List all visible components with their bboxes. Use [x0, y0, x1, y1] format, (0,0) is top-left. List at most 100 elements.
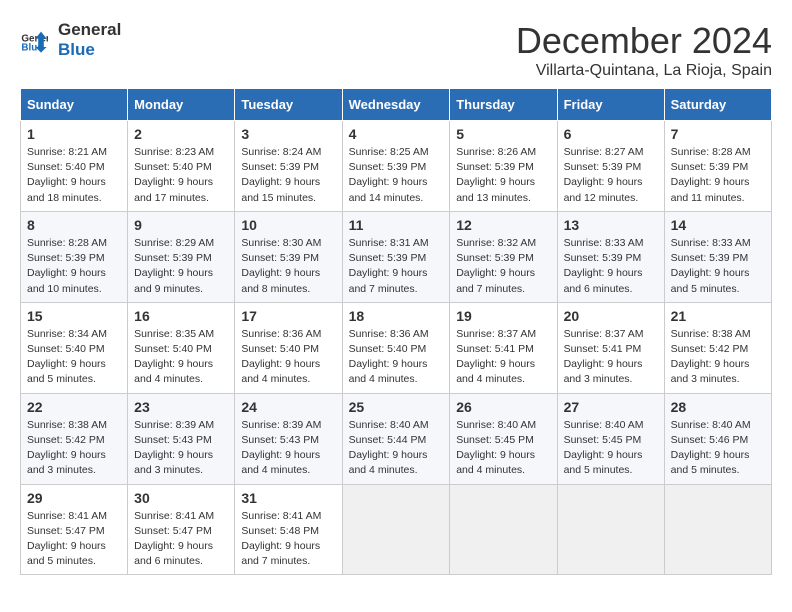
day-info: Sunrise: 8:38 AM Sunset: 5:42 PM Dayligh… [671, 327, 765, 388]
day-info: Sunrise: 8:38 AM Sunset: 5:42 PM Dayligh… [27, 418, 121, 479]
day-info: Sunrise: 8:30 AM Sunset: 5:39 PM Dayligh… [241, 236, 335, 297]
day-info: Sunrise: 8:41 AM Sunset: 5:48 PM Dayligh… [241, 509, 335, 570]
calendar-cell: 29 Sunrise: 8:41 AM Sunset: 5:47 PM Dayl… [21, 484, 128, 575]
calendar-cell: 3 Sunrise: 8:24 AM Sunset: 5:39 PM Dayli… [235, 121, 342, 212]
calendar-cell: 6 Sunrise: 8:27 AM Sunset: 5:39 PM Dayli… [557, 121, 664, 212]
day-number: 3 [241, 126, 335, 142]
calendar-cell: 17 Sunrise: 8:36 AM Sunset: 5:40 PM Dayl… [235, 302, 342, 393]
calendar-cell: 8 Sunrise: 8:28 AM Sunset: 5:39 PM Dayli… [21, 211, 128, 302]
day-number: 2 [134, 126, 228, 142]
day-number: 11 [349, 217, 444, 233]
calendar-cell: 22 Sunrise: 8:38 AM Sunset: 5:42 PM Dayl… [21, 393, 128, 484]
day-number: 20 [564, 308, 658, 324]
day-number: 18 [349, 308, 444, 324]
calendar-week-5: 29 Sunrise: 8:41 AM Sunset: 5:47 PM Dayl… [21, 484, 772, 575]
page-header: General Blue General Blue December 2024 … [20, 20, 772, 80]
day-info: Sunrise: 8:23 AM Sunset: 5:40 PM Dayligh… [134, 145, 228, 206]
day-number: 30 [134, 490, 228, 506]
day-info: Sunrise: 8:28 AM Sunset: 5:39 PM Dayligh… [671, 145, 765, 206]
calendar-cell [557, 484, 664, 575]
calendar-cell: 16 Sunrise: 8:35 AM Sunset: 5:40 PM Dayl… [128, 302, 235, 393]
calendar-cell: 12 Sunrise: 8:32 AM Sunset: 5:39 PM Dayl… [450, 211, 557, 302]
calendar-cell: 18 Sunrise: 8:36 AM Sunset: 5:40 PM Dayl… [342, 302, 450, 393]
calendar-cell: 7 Sunrise: 8:28 AM Sunset: 5:39 PM Dayli… [664, 121, 771, 212]
day-info: Sunrise: 8:31 AM Sunset: 5:39 PM Dayligh… [349, 236, 444, 297]
day-number: 28 [671, 399, 765, 415]
calendar-cell: 9 Sunrise: 8:29 AM Sunset: 5:39 PM Dayli… [128, 211, 235, 302]
day-number: 26 [456, 399, 550, 415]
day-number: 10 [241, 217, 335, 233]
day-info: Sunrise: 8:36 AM Sunset: 5:40 PM Dayligh… [349, 327, 444, 388]
calendar-cell: 19 Sunrise: 8:37 AM Sunset: 5:41 PM Dayl… [450, 302, 557, 393]
calendar-cell: 30 Sunrise: 8:41 AM Sunset: 5:47 PM Dayl… [128, 484, 235, 575]
calendar-week-2: 8 Sunrise: 8:28 AM Sunset: 5:39 PM Dayli… [21, 211, 772, 302]
day-info: Sunrise: 8:33 AM Sunset: 5:39 PM Dayligh… [564, 236, 658, 297]
day-info: Sunrise: 8:39 AM Sunset: 5:43 PM Dayligh… [241, 418, 335, 479]
calendar-cell [664, 484, 771, 575]
day-number: 22 [27, 399, 121, 415]
calendar-cell: 26 Sunrise: 8:40 AM Sunset: 5:45 PM Dayl… [450, 393, 557, 484]
calendar-cell: 20 Sunrise: 8:37 AM Sunset: 5:41 PM Dayl… [557, 302, 664, 393]
day-info: Sunrise: 8:40 AM Sunset: 5:45 PM Dayligh… [564, 418, 658, 479]
calendar-cell: 1 Sunrise: 8:21 AM Sunset: 5:40 PM Dayli… [21, 121, 128, 212]
calendar-table: SundayMondayTuesdayWednesdayThursdayFrid… [20, 88, 772, 575]
logo-icon: General Blue [20, 26, 48, 54]
day-info: Sunrise: 8:28 AM Sunset: 5:39 PM Dayligh… [27, 236, 121, 297]
calendar-cell: 21 Sunrise: 8:38 AM Sunset: 5:42 PM Dayl… [664, 302, 771, 393]
day-number: 24 [241, 399, 335, 415]
weekday-header-tuesday: Tuesday [235, 89, 342, 121]
day-number: 1 [27, 126, 121, 142]
day-info: Sunrise: 8:32 AM Sunset: 5:39 PM Dayligh… [456, 236, 550, 297]
day-number: 29 [27, 490, 121, 506]
day-number: 25 [349, 399, 444, 415]
calendar-cell: 27 Sunrise: 8:40 AM Sunset: 5:45 PM Dayl… [557, 393, 664, 484]
calendar-cell: 11 Sunrise: 8:31 AM Sunset: 5:39 PM Dayl… [342, 211, 450, 302]
calendar-cell: 28 Sunrise: 8:40 AM Sunset: 5:46 PM Dayl… [664, 393, 771, 484]
calendar-cell: 31 Sunrise: 8:41 AM Sunset: 5:48 PM Dayl… [235, 484, 342, 575]
day-number: 15 [27, 308, 121, 324]
day-info: Sunrise: 8:29 AM Sunset: 5:39 PM Dayligh… [134, 236, 228, 297]
day-number: 14 [671, 217, 765, 233]
day-number: 21 [671, 308, 765, 324]
day-info: Sunrise: 8:37 AM Sunset: 5:41 PM Dayligh… [564, 327, 658, 388]
calendar-cell: 24 Sunrise: 8:39 AM Sunset: 5:43 PM Dayl… [235, 393, 342, 484]
day-number: 13 [564, 217, 658, 233]
day-info: Sunrise: 8:37 AM Sunset: 5:41 PM Dayligh… [456, 327, 550, 388]
day-info: Sunrise: 8:27 AM Sunset: 5:39 PM Dayligh… [564, 145, 658, 206]
day-number: 17 [241, 308, 335, 324]
weekday-header-saturday: Saturday [664, 89, 771, 121]
calendar-cell: 10 Sunrise: 8:30 AM Sunset: 5:39 PM Dayl… [235, 211, 342, 302]
calendar-cell [450, 484, 557, 575]
day-info: Sunrise: 8:40 AM Sunset: 5:45 PM Dayligh… [456, 418, 550, 479]
weekday-header-row: SundayMondayTuesdayWednesdayThursdayFrid… [21, 89, 772, 121]
calendar-cell: 13 Sunrise: 8:33 AM Sunset: 5:39 PM Dayl… [557, 211, 664, 302]
day-info: Sunrise: 8:40 AM Sunset: 5:44 PM Dayligh… [349, 418, 444, 479]
day-info: Sunrise: 8:24 AM Sunset: 5:39 PM Dayligh… [241, 145, 335, 206]
logo-line2: Blue [58, 40, 121, 60]
day-info: Sunrise: 8:40 AM Sunset: 5:46 PM Dayligh… [671, 418, 765, 479]
calendar-cell: 4 Sunrise: 8:25 AM Sunset: 5:39 PM Dayli… [342, 121, 450, 212]
day-number: 6 [564, 126, 658, 142]
day-number: 31 [241, 490, 335, 506]
weekday-header-wednesday: Wednesday [342, 89, 450, 121]
logo: General Blue General Blue [20, 20, 121, 59]
day-info: Sunrise: 8:26 AM Sunset: 5:39 PM Dayligh… [456, 145, 550, 206]
day-info: Sunrise: 8:41 AM Sunset: 5:47 PM Dayligh… [134, 509, 228, 570]
calendar-cell: 23 Sunrise: 8:39 AM Sunset: 5:43 PM Dayl… [128, 393, 235, 484]
day-info: Sunrise: 8:21 AM Sunset: 5:40 PM Dayligh… [27, 145, 121, 206]
calendar-cell: 5 Sunrise: 8:26 AM Sunset: 5:39 PM Dayli… [450, 121, 557, 212]
day-info: Sunrise: 8:33 AM Sunset: 5:39 PM Dayligh… [671, 236, 765, 297]
calendar-cell: 14 Sunrise: 8:33 AM Sunset: 5:39 PM Dayl… [664, 211, 771, 302]
day-number: 12 [456, 217, 550, 233]
calendar-week-3: 15 Sunrise: 8:34 AM Sunset: 5:40 PM Dayl… [21, 302, 772, 393]
weekday-header-thursday: Thursday [450, 89, 557, 121]
day-number: 5 [456, 126, 550, 142]
day-number: 4 [349, 126, 444, 142]
weekday-header-friday: Friday [557, 89, 664, 121]
calendar-week-1: 1 Sunrise: 8:21 AM Sunset: 5:40 PM Dayli… [21, 121, 772, 212]
day-number: 9 [134, 217, 228, 233]
day-number: 27 [564, 399, 658, 415]
logo-line1: General [58, 20, 121, 40]
calendar-cell: 25 Sunrise: 8:40 AM Sunset: 5:44 PM Dayl… [342, 393, 450, 484]
day-info: Sunrise: 8:39 AM Sunset: 5:43 PM Dayligh… [134, 418, 228, 479]
